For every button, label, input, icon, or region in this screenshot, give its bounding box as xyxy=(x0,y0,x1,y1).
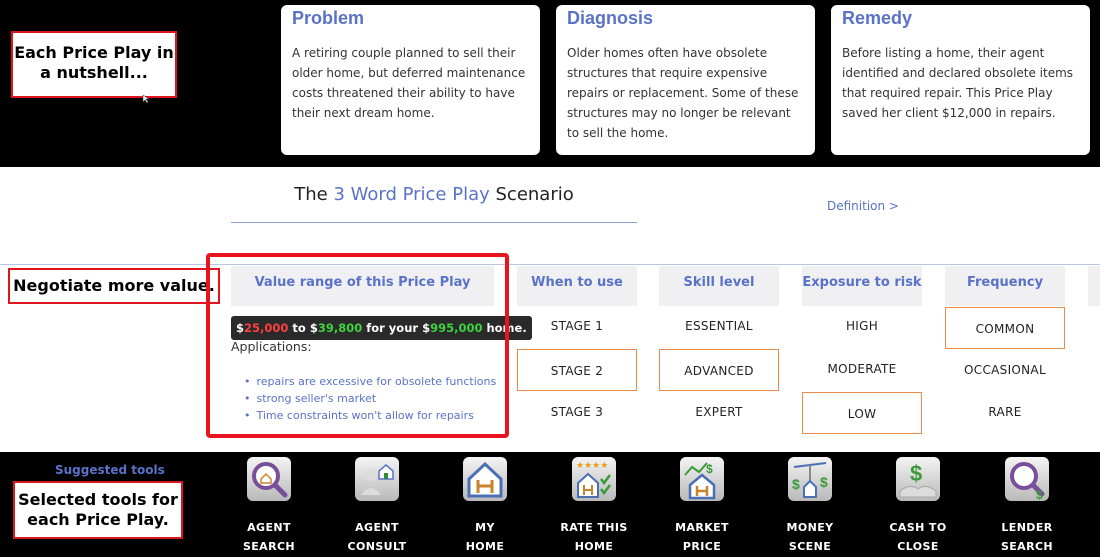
svg-text:$: $ xyxy=(1036,488,1043,501)
scenario-accent: 3 Word Price Play xyxy=(333,184,490,205)
tool-label: MONEY SCENE xyxy=(786,521,834,553)
definition-link[interactable]: Definition > xyxy=(827,199,899,213)
remedy-title: Remedy xyxy=(842,8,913,28)
extra-column-header xyxy=(1088,266,1100,306)
risk-option-high: HIGH xyxy=(845,319,879,333)
magnifier-house-icon xyxy=(247,457,291,501)
remedy-card: Remedy Before listing a home, their agen… xyxy=(831,5,1090,155)
tool-agent-consult[interactable]: AGENT CONSULT xyxy=(332,457,422,556)
remedy-text: Before listing a home, their agent ident… xyxy=(842,46,1074,120)
svg-text:★★★★: ★★★★ xyxy=(576,460,608,470)
house-icon xyxy=(463,457,507,501)
price-play-page: Problem A retiring couple planned to sel… xyxy=(0,0,1100,557)
risk-option-moderate: MODERATE xyxy=(827,362,897,376)
money-scale-icon: $ $ xyxy=(788,457,832,501)
problem-text: A retiring couple planned to sell their … xyxy=(292,46,526,120)
lender-search-icon: $ xyxy=(1005,457,1049,502)
risk-option-low: LOW xyxy=(802,392,922,434)
tool-cash-to-close[interactable]: $ CASH TO CLOSE xyxy=(873,457,963,556)
tool-label: LENDER SEARCH xyxy=(1000,521,1054,553)
tool-label: RATE THIS HOME xyxy=(560,521,628,553)
tool-money-scene[interactable]: $ $ MONEY SCENE xyxy=(765,457,855,556)
callout-nutshell: Each Price Play in a nutshell... xyxy=(11,31,177,98)
tool-label: CASH TO CLOSE xyxy=(889,521,947,553)
tool-lender-search[interactable]: $ LENDER SEARCH xyxy=(982,457,1072,556)
when-option-stage-1: STAGE 1 xyxy=(550,319,604,333)
problem-card: Problem A retiring couple planned to sel… xyxy=(281,5,540,155)
diagnosis-text: Older homes often have obsolete structur… xyxy=(567,46,799,140)
skill-level-header: Skill level xyxy=(659,266,779,306)
section-divider xyxy=(0,264,1100,265)
svg-text:$: $ xyxy=(820,474,828,490)
market-price-icon: $ xyxy=(680,457,724,501)
scenario-title: The 3 Word Price Play Scenario xyxy=(231,184,637,205)
tool-agent-search[interactable]: AGENT SEARCH xyxy=(224,457,314,556)
callout-negotiate: Negotiate more value. xyxy=(8,268,220,304)
diagnosis-card: Diagnosis Older homes often have obsolet… xyxy=(556,5,815,155)
scenario-prefix: The xyxy=(294,184,334,205)
title-divider xyxy=(231,222,637,223)
diagnosis-title: Diagnosis xyxy=(567,8,654,28)
frequency-option-common: COMMON xyxy=(945,307,1065,349)
svg-text:$: $ xyxy=(792,476,800,492)
skill-option-expert: EXPERT xyxy=(695,405,743,419)
agent-consult-icon xyxy=(355,457,399,501)
rate-home-icon: ★★★★ xyxy=(572,457,616,501)
value-range-highlight xyxy=(206,253,509,438)
callout-tools: Selected tools for each Price Play. xyxy=(13,481,183,539)
frequency-option-rare: RARE xyxy=(988,405,1022,419)
frequency-header: Frequency xyxy=(945,266,1065,306)
when-option-stage-2: STAGE 2 xyxy=(517,349,637,391)
problem-title: Problem xyxy=(292,8,365,28)
mouse-cursor-icon xyxy=(142,94,150,104)
skill-option-essential: ESSENTIAL xyxy=(685,319,753,333)
svg-text:$: $ xyxy=(706,462,713,476)
cash-close-icon: $ xyxy=(896,457,940,501)
suggested-tools-label: Suggested tools xyxy=(55,463,165,477)
tool-label: MARKET PRICE xyxy=(675,521,729,553)
tool-label: MY HOME xyxy=(465,521,505,553)
svg-text:$: $ xyxy=(910,461,922,486)
tool-label: AGENT SEARCH xyxy=(242,521,296,553)
tool-label: AGENT CONSULT xyxy=(347,521,407,553)
skill-option-advanced: ADVANCED xyxy=(659,349,779,391)
exposure-risk-header: Exposure to risk xyxy=(802,266,922,306)
scenario-suffix: Scenario xyxy=(489,184,574,205)
when-to-use-header: When to use xyxy=(517,266,637,306)
tool-my-home[interactable]: MY HOME xyxy=(440,457,530,556)
frequency-option-occasional: OCCASIONAL xyxy=(964,363,1046,377)
when-option-stage-3: STAGE 3 xyxy=(550,405,604,419)
tool-market-price[interactable]: $ MARKET PRICE xyxy=(657,457,747,556)
tool-rate-this-home[interactable]: ★★★★ RATE THIS HOME xyxy=(549,457,639,556)
